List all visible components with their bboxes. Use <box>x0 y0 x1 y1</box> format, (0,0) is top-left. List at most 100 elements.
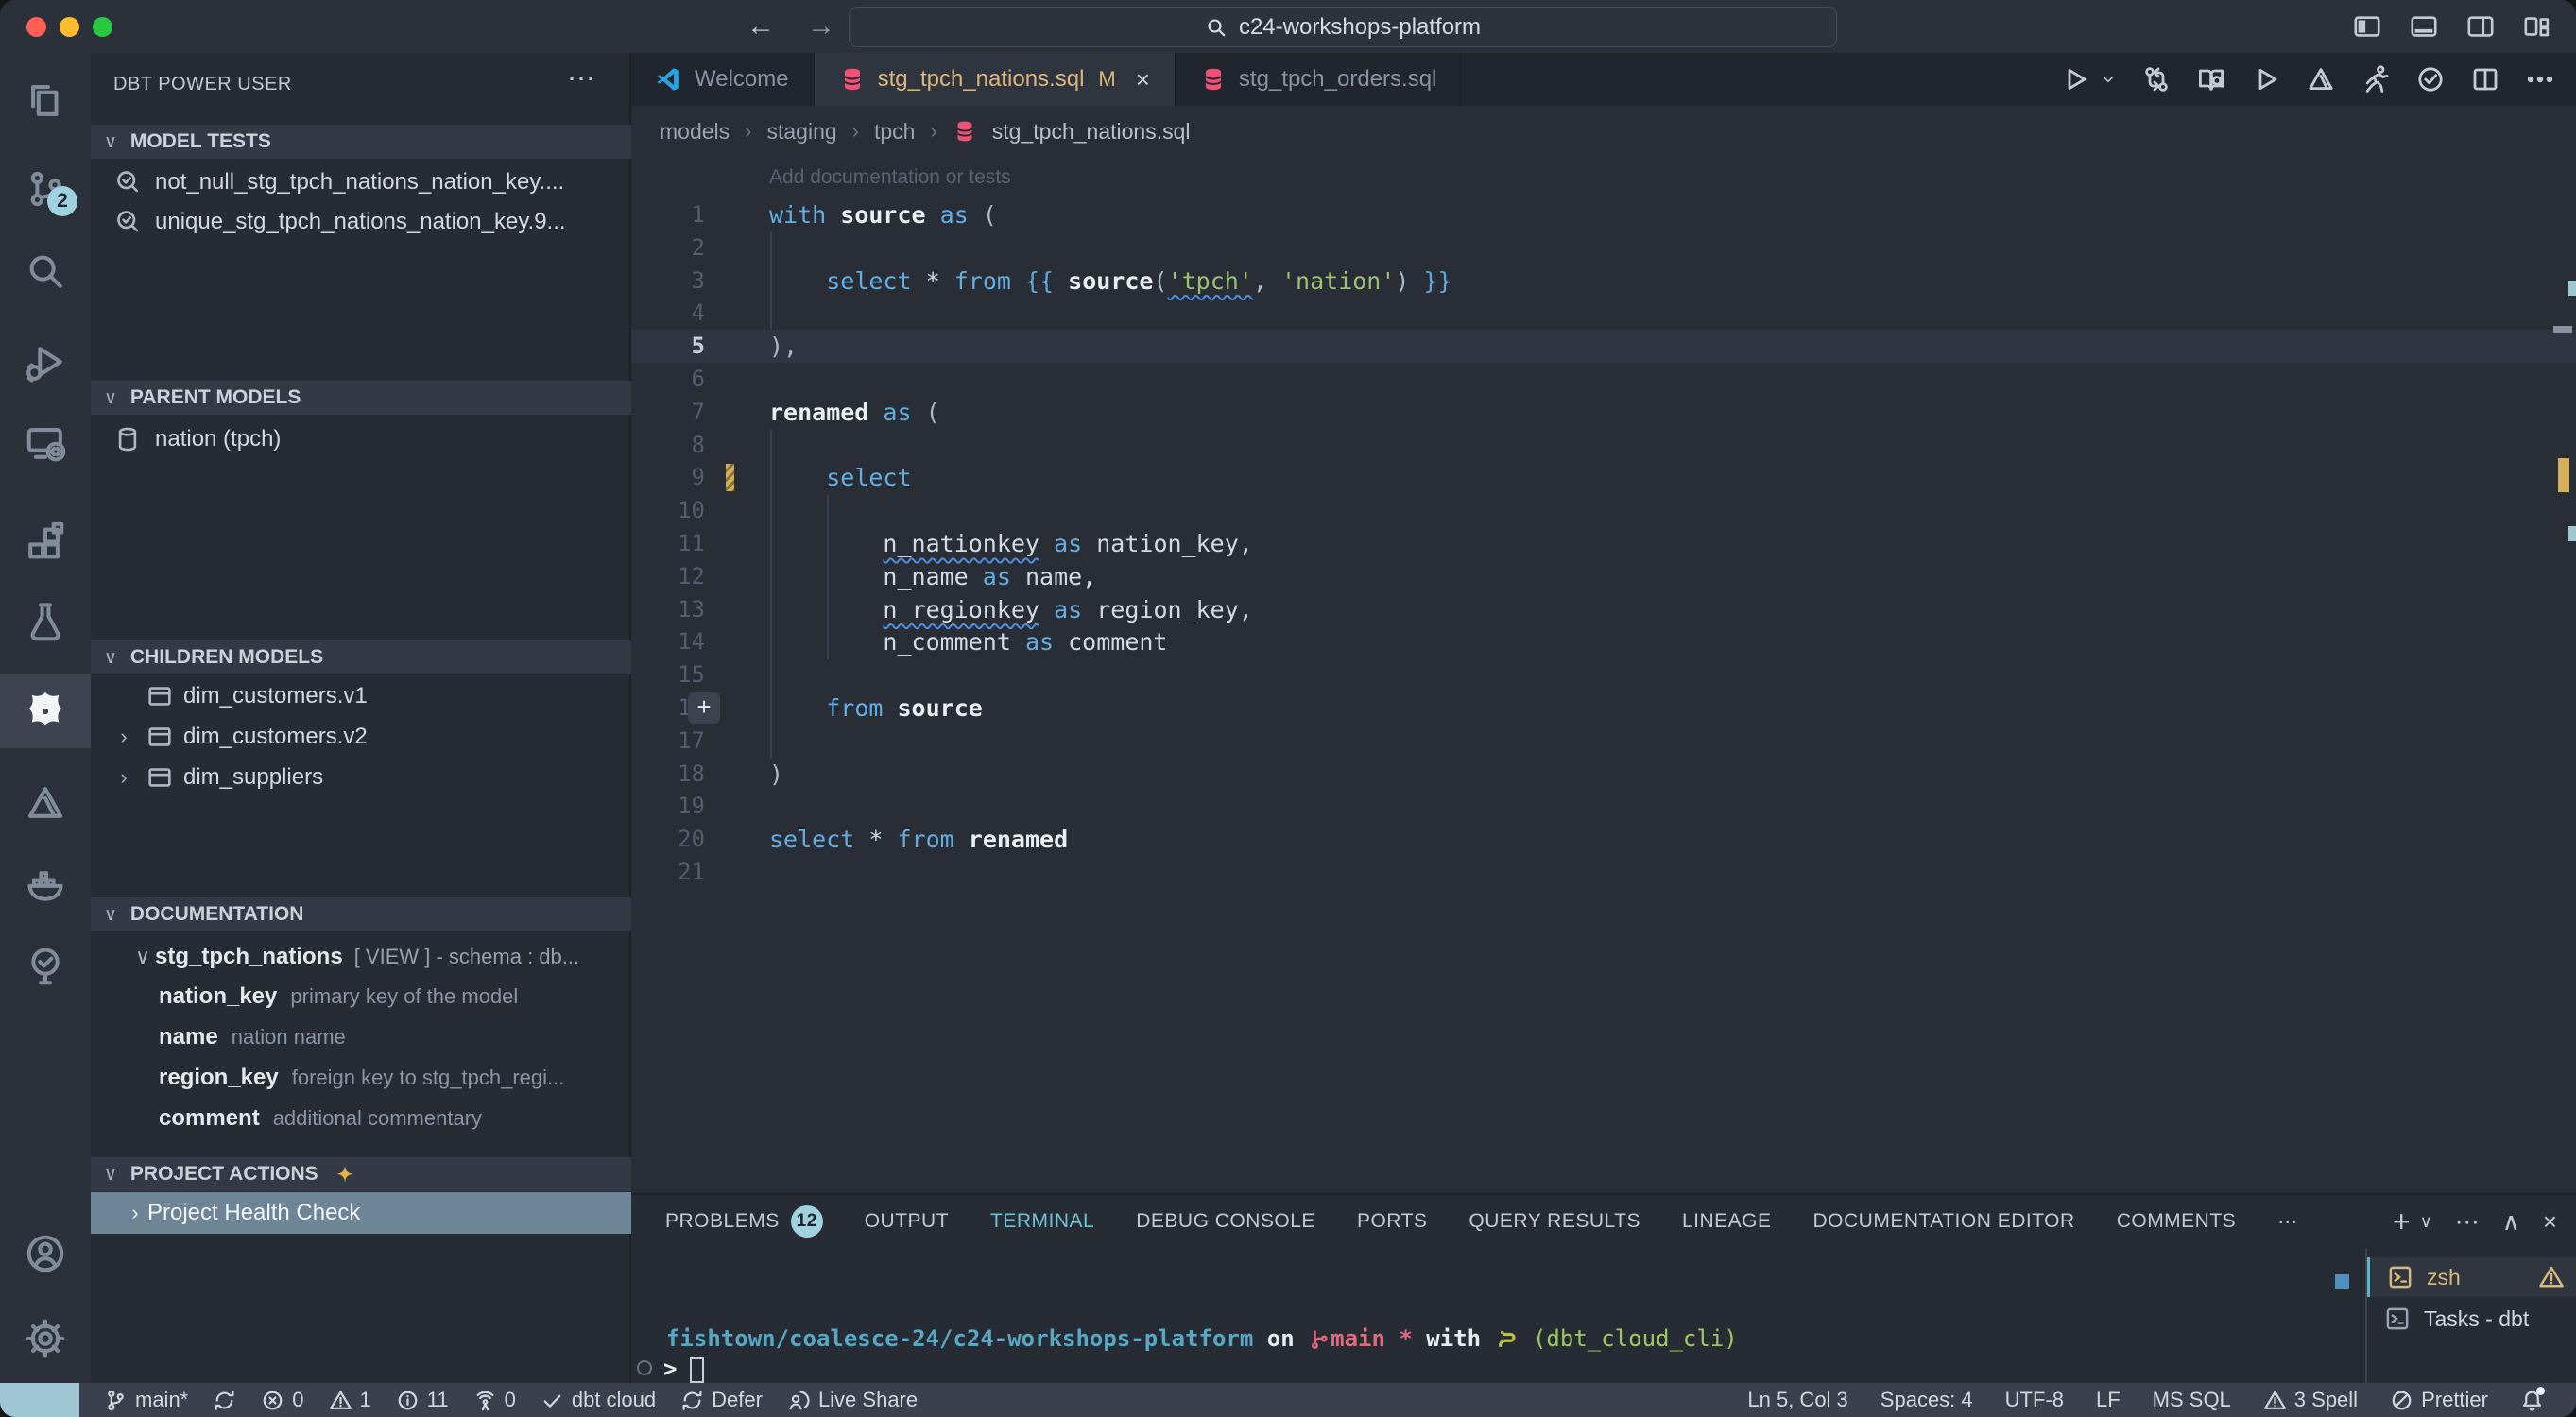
activity-item-files[interactable] <box>0 62 91 136</box>
more-icon[interactable] <box>2525 64 2555 94</box>
command-center-search[interactable]: c24-workshops-platform <box>849 7 1837 47</box>
panel-more-icon[interactable]: ⋯ <box>2455 1207 2480 1237</box>
doc-field-row[interactable]: commentadditional commentary <box>91 1099 631 1138</box>
activity-item-tree[interactable] <box>0 930 91 1003</box>
checkcircle-icon[interactable] <box>2415 64 2446 94</box>
doc-field-row[interactable]: region_keyforeign key to stg_tpch_regi..… <box>91 1058 631 1098</box>
status-ms-sql[interactable]: MS SQL <box>2153 1388 2231 1412</box>
activity-item-account[interactable] <box>0 1217 91 1290</box>
layout-bottom-icon[interactable] <box>2410 12 2438 41</box>
booksearch-icon[interactable] <box>2196 64 2226 94</box>
activity-item-gear[interactable] <box>0 1302 91 1375</box>
minimize-window-button[interactable] <box>60 17 79 37</box>
activity-item-amountain[interactable] <box>0 766 91 840</box>
status-lf[interactable]: LF <box>2096 1388 2121 1412</box>
panel-tab-lineage[interactable]: LINEAGE <box>1682 1210 1772 1233</box>
doc-model-row[interactable]: ∨ stg_tpch_nations [ VIEW ] - schema : d… <box>91 937 631 977</box>
breadcrumb-item[interactable]: staging <box>766 119 836 145</box>
panel-tab-terminal[interactable]: TERMINAL <box>990 1210 1094 1233</box>
terminal-entry-tasks-dbt[interactable]: Tasks - dbt <box>2367 1299 2576 1339</box>
code-line[interactable]: 6 <box>631 363 2576 396</box>
code-line[interactable]: 19 <box>631 790 2576 823</box>
breadcrumb-item[interactable]: tpch <box>874 119 915 145</box>
back-arrow-icon[interactable]: ← <box>747 10 775 43</box>
status-bell[interactable] <box>2520 1389 2544 1412</box>
forward-arrow-icon[interactable]: → <box>807 10 835 43</box>
playo-icon[interactable] <box>2251 64 2281 94</box>
panel-tab-ports[interactable]: PORTS <box>1357 1210 1427 1233</box>
code-line[interactable]: 7renamed as ( <box>631 396 2576 429</box>
close-window-button[interactable] <box>26 17 46 37</box>
project-health-check-item[interactable]: › Project Health Check <box>91 1192 631 1234</box>
maximize-window-button[interactable] <box>93 17 112 37</box>
status-live-share[interactable]: Live Share <box>787 1388 918 1412</box>
play-icon[interactable] <box>2060 64 2090 94</box>
section-project-actions[interactable]: ∨ PROJECT ACTIONS ✦ <box>91 1157 631 1191</box>
code-line[interactable]: 16+ from source <box>631 691 2576 725</box>
new-terminal-icon[interactable]: + <box>2393 1204 2411 1239</box>
section-documentation[interactable]: ∨ DOCUMENTATION <box>91 897 631 931</box>
code-line[interactable]: 3 select * from {{ source('tpch', 'natio… <box>631 265 2576 298</box>
panel-tab--[interactable]: ⋯ <box>2277 1210 2298 1234</box>
panel-tab-problems[interactable]: PROBLEMS12 <box>665 1205 823 1238</box>
tab-welcome[interactable]: Welcome <box>631 53 815 106</box>
code-line[interactable]: 20select * from renamed <box>631 823 2576 856</box>
code-line[interactable]: 11 n_nationkey as nation_key, <box>631 527 2576 560</box>
terminal-entry-zsh[interactable]: zsh <box>2367 1257 2576 1297</box>
status-3-spell[interactable]: 3 Spell <box>2263 1388 2358 1412</box>
layout-left-icon[interactable] <box>2353 12 2381 41</box>
code-line[interactable]: 18) <box>631 758 2576 791</box>
status-dbt-cloud[interactable]: dbt cloud <box>541 1388 656 1412</box>
codelens-add-docs[interactable]: Add documentation or tests <box>769 166 1011 189</box>
code-line[interactable]: 12 n_name as name, <box>631 560 2576 593</box>
status-defer[interactable]: Defer <box>680 1388 763 1412</box>
code-line[interactable]: 21 <box>631 856 2576 889</box>
split-icon[interactable] <box>2470 64 2500 94</box>
status-1[interactable]: 1 <box>329 1388 371 1412</box>
tab-stg_tpch_orders-sql[interactable]: stg_tpch_orders.sql <box>1176 53 1462 106</box>
maximize-panel-icon[interactable]: ∧ <box>2502 1207 2520 1237</box>
close-panel-icon[interactable]: × <box>2543 1207 2557 1237</box>
code-line[interactable]: 2 <box>631 231 2576 265</box>
code-line[interactable]: 14 n_comment as comment <box>631 625 2576 658</box>
status-ln-5-col-3[interactable]: Ln 5, Col 3 <box>1747 1388 1847 1412</box>
status-11[interactable]: 11 <box>396 1388 449 1412</box>
runner-icon[interactable] <box>2361 64 2391 94</box>
doc-field-row[interactable]: nation_keyprimary key of the model <box>91 977 631 1016</box>
status-sync[interactable] <box>213 1389 236 1412</box>
status-0[interactable]: 0 <box>261 1388 303 1412</box>
code-line[interactable]: 1with source as ( <box>631 198 2576 231</box>
activity-item-scm[interactable]: 2 <box>0 152 91 226</box>
child-model-item[interactable]: dim_customers.v1 <box>91 676 631 716</box>
sidebar-more-actions[interactable]: ⋯ <box>567 62 597 95</box>
status-utf-8[interactable]: UTF-8 <box>2005 1388 2064 1412</box>
layout-custom-icon[interactable] <box>2523 12 2551 41</box>
child-model-item[interactable]: ›dim_customers.v2 <box>91 717 631 757</box>
activity-item-remote[interactable] <box>0 405 91 479</box>
activity-item-debug[interactable] <box>0 325 91 399</box>
section-model-tests[interactable]: ∨ MODEL TESTS <box>91 125 631 159</box>
status-spaces-4[interactable]: Spaces: 4 <box>1880 1388 1973 1412</box>
activity-item-docker[interactable] <box>0 846 91 920</box>
status-main-[interactable]: main* <box>104 1388 188 1412</box>
code-line[interactable]: 8 <box>631 429 2576 462</box>
close-icon[interactable]: × <box>1136 65 1150 94</box>
panel-tab-documentation-editor[interactable]: DOCUMENTATION EDITOR <box>1813 1210 2075 1233</box>
activity-item-dbt[interactable] <box>0 674 91 748</box>
code-editor[interactable]: Add documentation or tests 1with source … <box>631 157 2576 1193</box>
child-model-item[interactable]: ›dim_suppliers <box>91 758 631 797</box>
code-line[interactable]: 5), <box>631 330 2576 363</box>
model-test-item[interactable]: not_null_stg_tpch_nations_nation_key.... <box>91 162 631 202</box>
code-line[interactable]: 4 <box>631 297 2576 330</box>
code-line[interactable]: 9 select <box>631 461 2576 494</box>
code-line[interactable]: 13 n_regionkey as region_key, <box>631 593 2576 626</box>
terminal-prompt[interactable]: > <box>631 1356 745 1384</box>
tab-stg_tpch_nations-sql[interactable]: stg_tpch_nations.sqlM× <box>815 53 1176 106</box>
status-0[interactable]: 0 <box>473 1388 516 1412</box>
model-test-item[interactable]: unique_stg_tpch_nations_nation_key.9... <box>91 202 631 242</box>
section-children-models[interactable]: ∨ CHILDREN MODELS <box>91 640 631 674</box>
section-parent-models[interactable]: ∨ PARENT MODELS <box>91 381 631 415</box>
code-line[interactable]: 15 <box>631 658 2576 691</box>
panel-tab-output[interactable]: OUTPUT <box>865 1210 949 1233</box>
remote-indicator[interactable] <box>0 1383 79 1417</box>
